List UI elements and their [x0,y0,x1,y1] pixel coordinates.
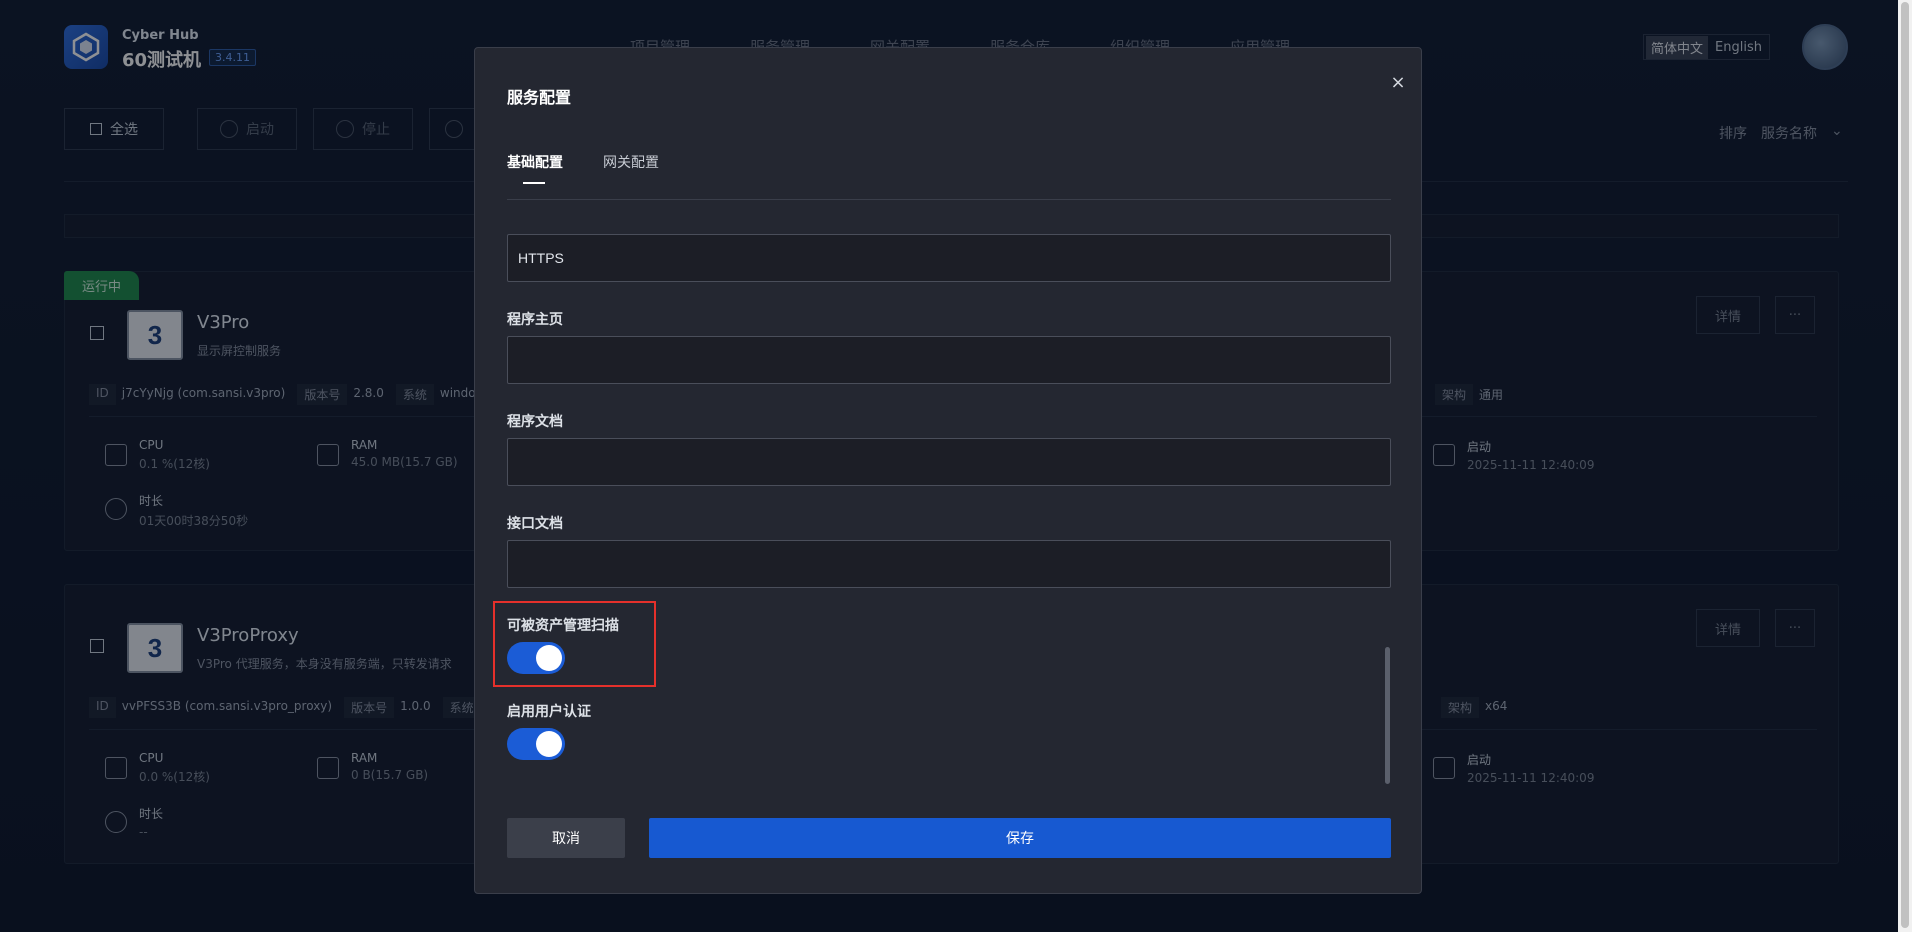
tab-basic-config[interactable]: 基础配置 [507,152,563,172]
service-config-dialog: 服务配置 × 基础配置 网关配置 HTTPS 程序主页 程序文档 接口文档 可被… [474,47,1422,894]
homepage-input[interactable] [507,336,1391,384]
close-icon[interactable]: × [1387,72,1409,94]
dialog-title: 服务配置 [507,88,572,107]
api-docs-label: 接口文档 [507,516,563,532]
homepage-label: 程序主页 [507,312,563,328]
user-auth-label: 启用用户认证 [507,704,591,720]
active-tab-indicator [523,182,545,184]
protocol-field[interactable]: HTTPS [507,234,1391,282]
user-auth-toggle[interactable] [507,728,565,760]
asset-scan-label: 可被资产管理扫描 [507,618,619,634]
dialog-scrollbar[interactable] [1385,647,1390,784]
api-docs-input[interactable] [507,540,1391,588]
dialog-tabs: 基础配置 网关配置 [507,152,1391,200]
tab-gateway-config[interactable]: 网关配置 [603,152,659,172]
save-button[interactable]: 保存 [649,818,1391,858]
docs-input[interactable] [507,438,1391,486]
docs-label: 程序文档 [507,414,563,430]
page-scrollbar[interactable] [1898,0,1912,932]
toggle-knob [536,645,562,671]
page-scrollbar-thumb[interactable] [1901,2,1909,928]
asset-scan-toggle[interactable] [507,642,565,674]
cancel-button[interactable]: 取消 [507,818,625,858]
toggle-knob [536,731,562,757]
